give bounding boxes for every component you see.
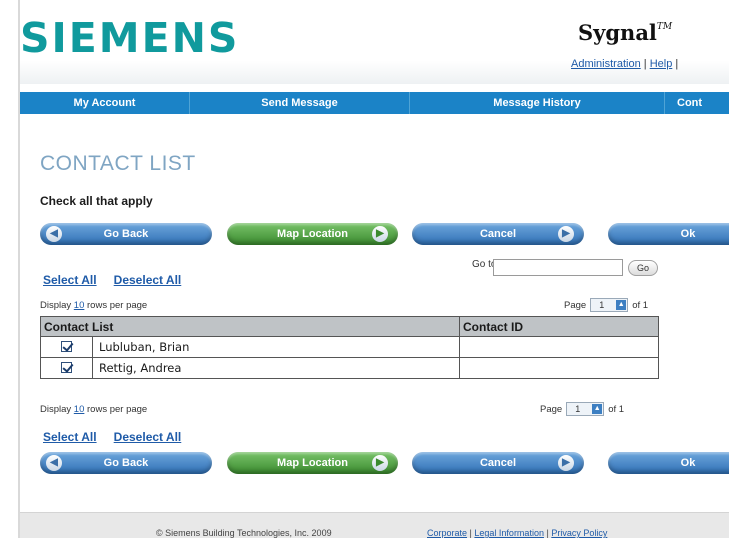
cancel-button[interactable]: Cancel ▶ [412,452,584,474]
corporate-link[interactable]: Corporate [427,528,467,538]
link-separator: | [643,58,647,70]
contact-id-cell [459,336,659,358]
page-count: of 1 [632,299,649,311]
nav-my-account[interactable]: My Account [20,92,190,114]
privacy-policy-link[interactable]: Privacy Policy [551,528,607,538]
go-back-button[interactable]: ◀ Go Back [40,223,212,245]
table-row: Lubluban, Brian [40,336,659,358]
page-select[interactable]: 1 ▲ [590,298,629,312]
selection-links-top: Select All Deselect All [43,269,181,288]
map-location-label: Map Location [277,228,348,240]
ok-button[interactable]: Ok [608,452,729,474]
table-header-row: Contact List Contact ID [40,316,659,337]
cancel-label: Cancel [479,228,517,240]
product-label: Sygnal [578,20,657,45]
pager-top: Page 1 ▲ of 1 [564,298,648,312]
footer-separator: | [546,528,549,538]
page-count: of 1 [608,403,625,415]
footer [20,512,729,538]
administration-link[interactable]: Administration [571,58,641,70]
column-header-contact-id: Contact ID [459,316,659,337]
rows-per-page-link[interactable]: 10 [74,300,85,311]
row-checkbox[interactable] [61,362,72,373]
page-label: Page [540,403,563,415]
help-link[interactable]: Help [650,58,673,70]
action-button-row-top: ◀ Go Back Map Location ▶ Cancel ▶ Ok [40,223,729,247]
header-links: Administration | Help | [571,58,678,70]
arrow-right-icon: ▶ [372,226,388,242]
page-label: Page [564,299,587,311]
cancel-label: Cancel [479,457,517,469]
trademark-mark: TM [656,22,673,32]
ok-label: Ok [680,457,696,469]
arrow-right-icon: ▶ [372,455,388,471]
arrow-left-icon: ◀ [46,226,62,242]
map-location-button[interactable]: Map Location ▶ [227,452,398,474]
arrow-left-icon: ◀ [46,455,62,471]
cancel-button[interactable]: Cancel ▶ [412,223,584,245]
page-select-value: 1 [599,300,605,310]
page-title: CONTACT LIST [40,152,196,175]
footer-separator: | [469,528,472,538]
deselect-all-link[interactable]: Deselect All [114,430,182,444]
contact-table: Contact List Contact ID Lubluban, Brian … [40,316,659,379]
nav-message-history[interactable]: Message History [410,92,665,114]
display-suffix: rows per page [87,300,148,311]
go-back-label: Go Back [103,457,149,469]
ok-button[interactable]: Ok [608,223,729,245]
contact-name-cell: Lubluban, Brian [92,336,460,358]
selection-links-bottom: Select All Deselect All [43,426,181,445]
rows-per-page-top: Display 10 rows per page [40,300,147,311]
select-all-link[interactable]: Select All [43,273,97,287]
table-row: Rettig, Andrea [40,357,659,379]
display-prefix: Display [40,404,72,415]
footer-links: Corporate | Legal Information | Privacy … [427,528,607,538]
go-button[interactable]: Go [628,260,658,276]
rows-per-page-link[interactable]: 10 [74,404,85,415]
goto-input[interactable] [493,259,623,276]
legal-information-link[interactable]: Legal Information [474,528,544,538]
select-all-link[interactable]: Select All [43,430,97,444]
page-select-value: 1 [575,404,581,414]
row-checkbox[interactable] [61,341,72,352]
deselect-all-link[interactable]: Deselect All [114,273,182,287]
contact-id-cell [459,357,659,379]
nav-contacts[interactable]: Cont [665,92,729,114]
arrow-right-icon: ▶ [558,455,574,471]
go-back-button[interactable]: ◀ Go Back [40,452,212,474]
action-button-row-bottom: ◀ Go Back Map Location ▶ Cancel ▶ Ok [40,452,729,476]
page-instruction: Check all that apply [40,194,153,208]
spinner-arrows-icon: ▲ [616,300,627,310]
product-name: SygnalTM [578,20,672,45]
copyright-text: © Siemens Building Technologies, Inc. 20… [156,528,332,538]
ok-label: Ok [680,228,696,240]
row-checkbox-cell [40,357,93,379]
main-nav: My Account Send Message Message History … [20,92,729,114]
map-location-label: Map Location [277,457,348,469]
nav-send-message[interactable]: Send Message [190,92,410,114]
pager-bottom: Page 1 ▲ of 1 [540,402,624,416]
spinner-arrows-icon: ▲ [592,404,603,414]
contact-name-cell: Rettig, Andrea [92,357,460,379]
row-checkbox-cell [40,336,93,358]
display-prefix: Display [40,300,72,311]
map-location-button[interactable]: Map Location ▶ [227,223,398,245]
link-separator: | [675,58,679,70]
display-suffix: rows per page [87,404,148,415]
siemens-logo: SIEMENS [20,14,240,62]
rows-per-page-bottom: Display 10 rows per page [40,404,147,415]
column-header-contact-list: Contact List [40,316,460,337]
arrow-right-icon: ▶ [558,226,574,242]
go-back-label: Go Back [103,228,149,240]
page-select[interactable]: 1 ▲ [566,402,605,416]
